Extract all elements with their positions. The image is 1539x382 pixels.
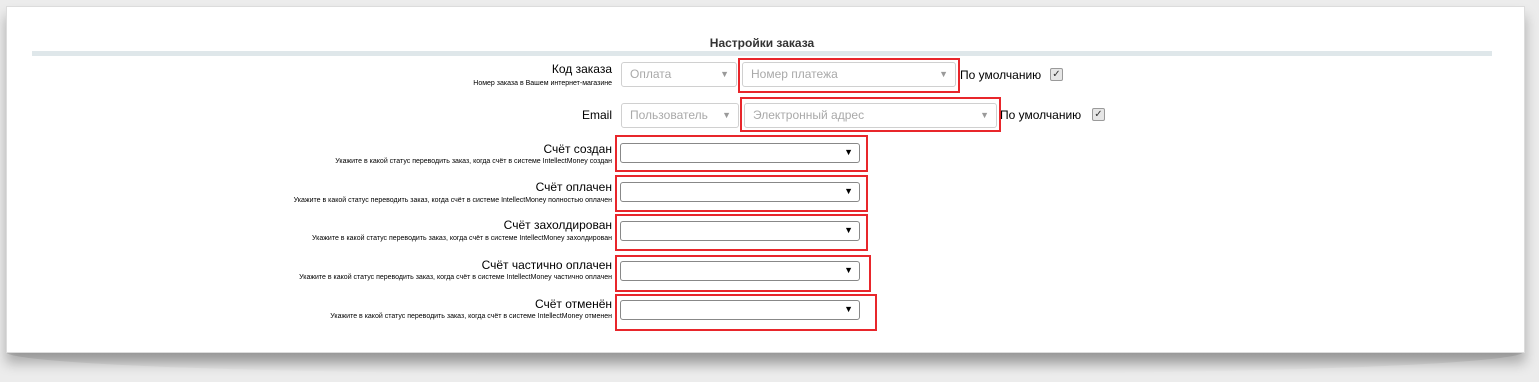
order-code-hint: Номер заказа в Вашем интернет-магазине xyxy=(473,80,612,87)
status-paid-hint: Укажите в какой статус переводить заказ,… xyxy=(293,197,612,204)
section-divider xyxy=(32,51,1492,56)
triangle-down-icon: ▼ xyxy=(844,225,853,235)
status-created-label: Счёт создан xyxy=(543,142,612,156)
frame-shadow xyxy=(6,352,1523,374)
order-code-default-label: По умолчанию xyxy=(960,68,1042,82)
email-field-value: Электронный адрес xyxy=(753,108,865,122)
status-hold-label: Счёт захолдирован xyxy=(503,218,612,232)
status-paid-label: Счёт оплачен xyxy=(535,180,612,194)
email-source-select[interactable]: Пользователь ▼ xyxy=(621,103,739,128)
section-title: Настройки заказа xyxy=(709,36,815,50)
status-paid-select[interactable]: ▼ xyxy=(620,182,860,202)
status-partial-select[interactable]: ▼ xyxy=(620,261,860,281)
status-created-select[interactable]: ▼ xyxy=(620,143,860,163)
order-code-field-select[interactable]: Номер платежа ▼ xyxy=(742,62,956,87)
triangle-down-icon: ▼ xyxy=(722,110,731,120)
checkmark-icon: ✓ xyxy=(1094,109,1103,120)
email-source-value: Пользователь xyxy=(630,108,708,122)
email-label: Email xyxy=(581,108,612,122)
order-code-source-value: Оплата xyxy=(630,67,672,81)
status-hold-select[interactable]: ▼ xyxy=(620,221,860,241)
triangle-down-icon: ▼ xyxy=(844,304,853,314)
order-code-field-value: Номер платежа xyxy=(751,67,838,81)
triangle-down-icon: ▼ xyxy=(939,69,948,79)
order-code-label: Код заказа xyxy=(551,62,612,76)
order-code-default-checkbox[interactable]: ✓ xyxy=(1050,68,1063,81)
status-cancelled-label: Счёт отменён xyxy=(534,297,612,311)
status-partial-hint: Укажите в какой статус переводить заказ,… xyxy=(299,274,612,281)
status-partial-label: Счёт частично оплачен xyxy=(481,258,612,272)
triangle-down-icon: ▼ xyxy=(844,265,853,275)
triangle-down-icon: ▼ xyxy=(980,110,989,120)
triangle-down-icon: ▼ xyxy=(720,69,729,79)
triangle-down-icon: ▼ xyxy=(844,186,853,196)
email-default-checkbox[interactable]: ✓ xyxy=(1092,108,1105,121)
status-hold-hint: Укажите в какой статус переводить заказ,… xyxy=(311,235,612,242)
email-default-label: По умолчанию xyxy=(1000,108,1082,122)
email-field-select[interactable]: Электронный адрес ▼ xyxy=(744,103,997,128)
order-code-source-select[interactable]: Оплата ▼ xyxy=(621,62,737,87)
status-created-hint: Укажите в какой статус переводить заказ,… xyxy=(335,158,612,165)
triangle-down-icon: ▼ xyxy=(844,147,853,157)
status-cancelled-hint: Укажите в какой статус переводить заказ,… xyxy=(330,313,612,320)
checkmark-icon: ✓ xyxy=(1052,69,1061,80)
status-cancelled-select[interactable]: ▼ xyxy=(620,300,860,320)
